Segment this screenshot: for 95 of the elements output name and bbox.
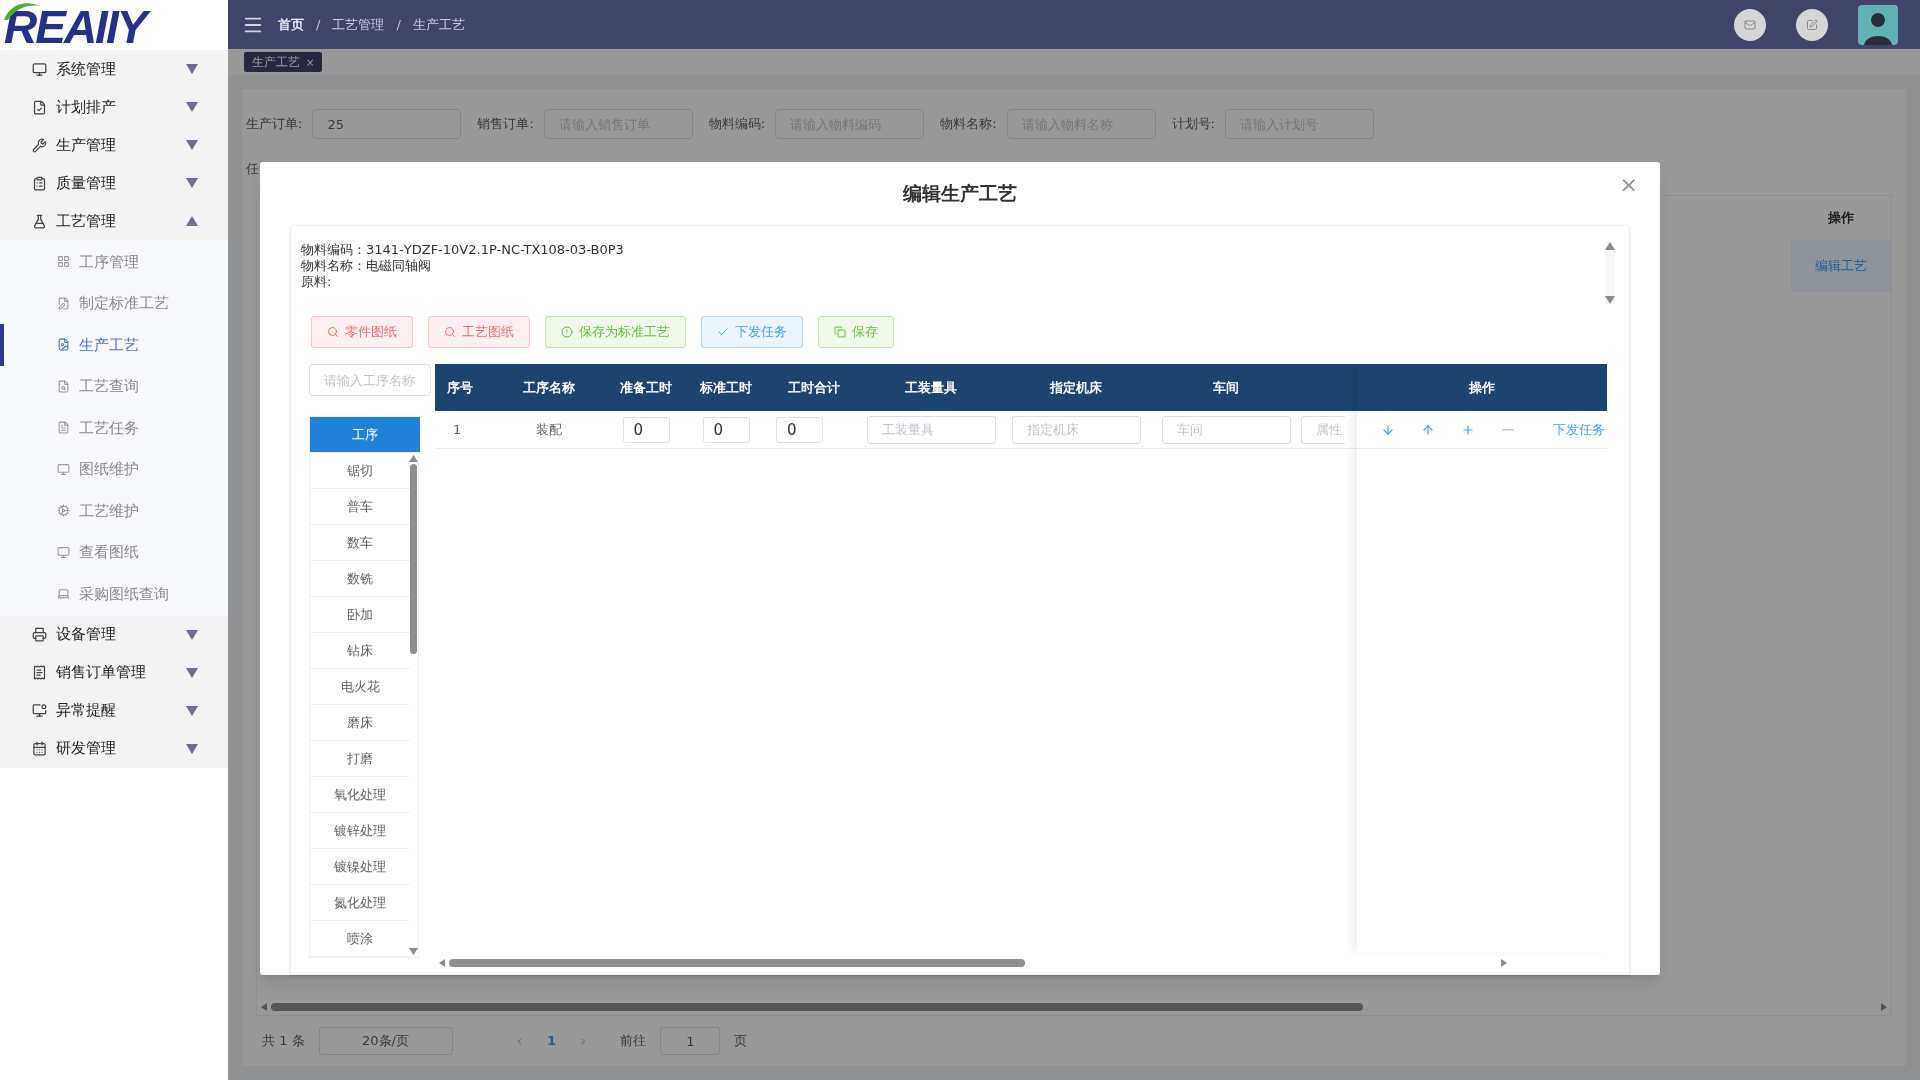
avatar-icon[interactable] (1858, 4, 1898, 45)
sidebar-subitem[interactable]: 工艺查询 (0, 365, 228, 407)
page-tag[interactable]: 生产工艺 × (244, 52, 323, 72)
sidebar-item[interactable]: 计划排产 (0, 88, 228, 126)
column-header: 序号 (446, 378, 474, 397)
sidebar-item[interactable]: 工艺管理 (0, 202, 228, 240)
info-line: 物料编码：3141-YDZF-10V2.1P-NC-TX108-03-B0P3 (301, 242, 624, 258)
scroll-thumb[interactable] (449, 959, 1026, 967)
process-item[interactable]: 氧化处理 (310, 777, 410, 813)
filter-label: 销售订单: (477, 115, 534, 134)
process-item[interactable]: 工序 (310, 417, 420, 453)
page-size-select[interactable]: 20条/页 (318, 1027, 453, 1055)
column-header: 操作 (1827, 208, 1855, 227)
alert-circle-icon (561, 326, 573, 338)
filter-label: 计划号: (1171, 115, 1215, 134)
column-header: 准备工时 (619, 378, 673, 397)
goto-suffix: 页 (734, 1032, 748, 1051)
process-item[interactable]: 镀锌处理 (310, 813, 410, 849)
dialog-title: 编辑生产工艺 (903, 181, 1017, 207)
scroll-thumb[interactable] (271, 1003, 1364, 1011)
table-input[interactable]: 属性 (1301, 415, 1345, 444)
sidebar-subitem[interactable]: 制定标准工艺 (0, 282, 228, 324)
breadcrumb-separator: / (316, 15, 321, 34)
table-input[interactable]: 车间 (1161, 415, 1291, 444)
info-line: 原料: (301, 274, 333, 290)
process-item[interactable]: 打磨 (310, 741, 410, 777)
sidebar-subitem[interactable]: 查看图纸 (0, 531, 228, 573)
column-header: 工时合计 (786, 378, 841, 397)
sidebar-item[interactable]: 系统管理 (0, 50, 228, 88)
mail-button[interactable] (1734, 8, 1766, 41)
edit-icon (1806, 18, 1818, 31)
process-item[interactable]: 镀镍处理 (310, 849, 410, 885)
minus-icon (1502, 428, 1514, 431)
copy-icon (834, 326, 846, 338)
plus-icon (1461, 422, 1475, 437)
column-header: 工序名称 (521, 378, 576, 397)
sidebar-subitem[interactable]: 工艺任务 (0, 407, 228, 449)
hours-field[interactable]: 0 (702, 416, 750, 443)
mail-icon (1744, 18, 1756, 31)
column-header: 工装量具 (904, 378, 958, 397)
check-icon (717, 326, 729, 338)
sidebar-subitem[interactable]: 工序管理 (0, 241, 228, 283)
breadcrumb-separator: / (396, 15, 401, 34)
scroll-right-arrow-icon[interactable] (1501, 959, 1507, 967)
breadcrumb-link[interactable]: 首页 (278, 14, 304, 35)
scroll-up-arrow-icon[interactable] (1605, 242, 1615, 250)
column-header: 车间 (1212, 378, 1240, 397)
edit-button[interactable] (1796, 8, 1828, 41)
table-input[interactable]: 指定机床 (1011, 415, 1141, 444)
scroll-down-arrow-icon[interactable] (408, 948, 418, 955)
arrow-up-icon (1421, 422, 1435, 437)
breadcrumb-link[interactable]: 工艺管理 (332, 14, 385, 35)
search-icon (444, 326, 456, 338)
filter-label: 物料名称: (940, 115, 997, 134)
column-header: 标准工时 (699, 378, 753, 397)
scroll-left-arrow-icon[interactable] (261, 1003, 267, 1011)
search-field[interactable]: 请输入工序名称 (309, 364, 431, 396)
tag-close[interactable]: × (306, 54, 315, 70)
process-item[interactable]: 氮化处理 (310, 885, 410, 921)
column-header: 指定机床 (1048, 378, 1103, 397)
process-item[interactable]: 喷涂 (310, 921, 410, 957)
scroll-down-arrow-icon[interactable] (1605, 296, 1615, 304)
arrow-down-icon (1381, 422, 1395, 437)
table-input[interactable]: 工装量具 (866, 415, 996, 444)
sidebar-subitem[interactable]: 工艺维护 (0, 490, 228, 532)
sidebar-item[interactable]: 设备管理 (0, 615, 228, 654)
sidebar-item[interactable]: 销售订单管理 (0, 653, 228, 692)
sidebar-subitem[interactable]: 采购图纸查询 (0, 573, 228, 615)
sidebar-item[interactable]: 异常提醒 (0, 691, 228, 730)
table-cell-text: 1 (452, 420, 463, 439)
hours-field[interactable]: 0 (622, 416, 670, 443)
scroll-up-arrow-icon[interactable] (408, 455, 418, 462)
goto-field[interactable]: 1 (660, 1027, 721, 1055)
filter-field[interactable]: 25 (312, 109, 462, 139)
filter-label: 生产订单: (246, 115, 303, 134)
sidebar-item[interactable]: 质量管理 (0, 164, 228, 202)
column-header: 操作 (1357, 364, 1607, 411)
table-cell-text: 装配 (534, 420, 563, 439)
filter-label: 物料编码: (708, 115, 766, 134)
total-count: 共 1 条 (262, 1032, 305, 1051)
sidebar-item[interactable]: 研发管理 (0, 729, 228, 768)
hours-field[interactable]: 0 (776, 416, 823, 443)
process-item[interactable]: 电火花 (310, 669, 410, 705)
search-icon (327, 326, 339, 338)
info-line: 物料名称：电磁同轴阀 (301, 258, 432, 274)
breadcrumb-link[interactable]: 生产工艺 (412, 14, 465, 35)
sidebar-item[interactable]: 生产管理 (0, 126, 228, 164)
tag-label: 生产工艺 (252, 54, 300, 71)
scroll-left-arrow-icon[interactable] (439, 959, 445, 967)
filter-label: 任 (246, 160, 259, 178)
scroll-thumb[interactable] (409, 464, 417, 654)
scroll-right-arrow-icon[interactable] (1881, 1003, 1887, 1011)
sidebar-subitem[interactable]: 图纸维护 (0, 448, 228, 490)
goto-label: 前往 (620, 1032, 647, 1051)
process-item[interactable]: 磨床 (310, 705, 410, 741)
